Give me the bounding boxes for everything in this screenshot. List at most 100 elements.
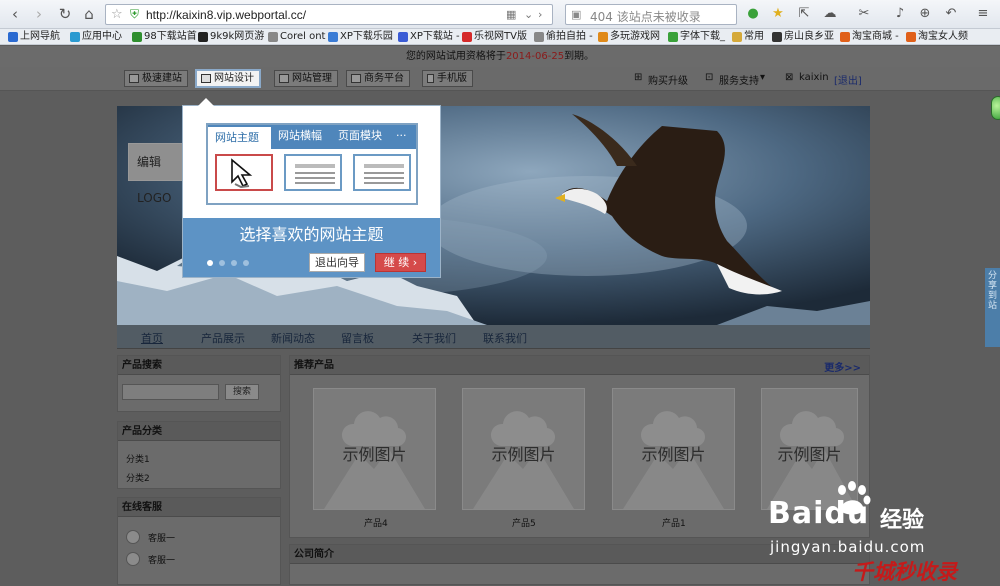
step-dot[interactable] [207, 260, 213, 266]
bookmark-item[interactable]: Corel ont [268, 30, 325, 44]
bookmark-item[interactable]: 房山良乡亚 [772, 30, 834, 44]
site-manage-button[interactable]: 网站管理 [274, 70, 338, 87]
product-image[interactable]: 示例图片 [462, 388, 585, 510]
wizard-title: 选择喜欢的网站主题 [239, 225, 384, 244]
nav-contact[interactable]: 联系我们 [483, 330, 527, 346]
product-search-input[interactable] [122, 384, 219, 400]
brand-text-du: du [824, 496, 870, 531]
float-ball-icon[interactable] [991, 96, 1000, 120]
tab-site-banner[interactable]: 网站横幅 [278, 125, 322, 149]
quick-build-button[interactable]: 极速建站 [124, 70, 188, 87]
back-icon[interactable]: ‹ [6, 5, 24, 23]
address-bar[interactable]: ☆ ⛨ http://kaixin8.vip.webportal.cc/ ▦ ⌄… [105, 4, 553, 25]
username: kaixin [799, 72, 829, 83]
qr-icon[interactable]: ▦ [506, 8, 516, 21]
product-search-button[interactable]: 搜索 [225, 384, 259, 400]
manage-icon [279, 74, 289, 83]
reload-icon[interactable]: ↻ [56, 5, 74, 23]
nav-home[interactable]: 首页 [141, 330, 163, 346]
star-icon[interactable]: ☆ [111, 7, 123, 22]
bookmark-item[interactable]: 字体下载_ [668, 30, 725, 44]
more-link[interactable]: 更多>> [824, 359, 861, 374]
design-icon [201, 74, 211, 83]
bookmark-item[interactable]: 9k9k网页游 [198, 30, 264, 44]
business-platform-button[interactable]: 商务平台 [346, 70, 410, 87]
dropdown-icon[interactable]: ⌄ [524, 8, 533, 21]
menu-icon[interactable]: ≡ [975, 6, 991, 22]
product-name[interactable]: 产品5 [512, 516, 536, 529]
bookmark-item[interactable]: 偷拍自拍 - [534, 30, 593, 44]
theme-option[interactable] [284, 154, 342, 191]
scissors-icon[interactable]: ✂ [856, 6, 872, 22]
step-dot[interactable] [243, 260, 249, 266]
mobile-button[interactable]: 手机版 [422, 70, 473, 87]
bookmark-label: 淘宝女人频 [918, 31, 968, 42]
product-name[interactable]: 产品4 [364, 516, 388, 529]
download-icon[interactable]: ⊕ [917, 6, 933, 22]
tab-site-theme[interactable]: 网站主题 [208, 125, 271, 149]
bookmark-item[interactable]: 淘宝女人频 [906, 30, 968, 44]
theme-option[interactable] [353, 154, 411, 191]
wechat-icon[interactable]: ● [745, 6, 761, 22]
tab-more[interactable]: ··· [396, 125, 407, 149]
bookmark-item[interactable]: 乐视网TV版 [462, 30, 527, 44]
continue-button[interactable]: 继 续 › [375, 253, 426, 272]
browser-toolbar: ‹ › ↻ ⌂ ☆ ⛨ http://kaixin8.vip.webportal… [0, 0, 1000, 29]
bookmark-item[interactable]: 常用 [732, 30, 764, 44]
nav-guestbook[interactable]: 留言板 [341, 330, 374, 346]
bookmark-item[interactable]: 上网导航 [8, 30, 60, 44]
bookmark-item[interactable]: XP下载站 - [398, 30, 460, 44]
favorite-star-icon[interactable]: ★ [770, 6, 786, 22]
site-design-button[interactable]: 网站设计 [195, 69, 261, 88]
logout-link[interactable]: [退出] [834, 72, 862, 87]
bookmark-label: 淘宝商城 - [852, 31, 899, 42]
search-input[interactable]: 404 该站点未被收录 [590, 8, 701, 25]
volume-icon[interactable]: ♪ [892, 6, 908, 22]
business-icon [351, 74, 361, 83]
nav-about[interactable]: 关于我们 [412, 330, 456, 346]
share-side-tab[interactable]: 分享到站 [985, 268, 1000, 347]
product-name[interactable]: 产品1 [662, 516, 686, 529]
bookmark-icon [732, 32, 742, 42]
theme-option[interactable] [215, 154, 273, 191]
step-dot[interactable] [231, 260, 237, 266]
business-platform-label: 商务平台 [364, 73, 404, 84]
wizard-panel: 网站主题 网站横幅 页面模块 ··· [206, 123, 418, 205]
bookmark-item[interactable]: XP下载乐园 [328, 30, 393, 44]
bookmark-icon [268, 32, 278, 42]
exit-wizard-button[interactable]: 退出向导 [309, 253, 365, 272]
service-agent[interactable]: 客服一 [148, 531, 175, 544]
bookmark-label: 多玩游戏网 [610, 31, 660, 42]
service-support-link[interactable]: 服务支持 [719, 72, 759, 87]
category-item[interactable]: 分类2 [126, 471, 150, 484]
home-icon[interactable]: ⌂ [80, 5, 98, 23]
forward-icon[interactable]: › [30, 5, 48, 23]
bookmark-item[interactable]: 98下载站首 [132, 30, 197, 44]
step-dot[interactable] [219, 260, 225, 266]
tab-page-modules[interactable]: 页面模块 [338, 125, 382, 149]
cloud-icon[interactable]: ☁ [822, 6, 838, 22]
product-image[interactable]: 示例图片 [612, 388, 735, 510]
search-field[interactable]: ▣ 404 该站点未被收录 [565, 4, 737, 25]
bookmark-item[interactable]: 应用中心 [70, 30, 122, 44]
cursor-icon [231, 158, 253, 188]
thumb-line [295, 177, 335, 179]
product-image[interactable]: 示例图片 [313, 388, 436, 510]
edit-logo-button[interactable]: 编辑LOGO [128, 143, 186, 205]
share-icon[interactable]: ⇱ [796, 6, 812, 22]
online-service-box: 在线客服 客服一 客服一 [117, 497, 281, 585]
service-agent[interactable]: 客服一 [148, 553, 175, 566]
go-icon[interactable]: › [538, 8, 542, 21]
nav-products[interactable]: 产品展示 [201, 330, 245, 346]
undo-icon[interactable]: ↶ [943, 6, 959, 22]
build-icon [129, 74, 139, 83]
bookmark-item[interactable]: 多玩游戏网 [598, 30, 660, 44]
bookmark-label: 房山良乡亚 [784, 31, 834, 42]
buy-upgrade-link[interactable]: 购买升级 [648, 72, 688, 87]
product-image-label: 示例图片 [342, 445, 407, 464]
nav-news[interactable]: 新闻动态 [271, 330, 315, 346]
bookmark-item[interactable]: 淘宝商城 - [840, 30, 899, 44]
design-wizard-popup: 网站主题 网站横幅 页面模块 ··· 选择喜欢的网站主题 退出向导 继 续 › [182, 98, 441, 278]
category-item[interactable]: 分类1 [126, 452, 150, 465]
chevron-down-icon[interactable]: ▾ [760, 72, 765, 83]
